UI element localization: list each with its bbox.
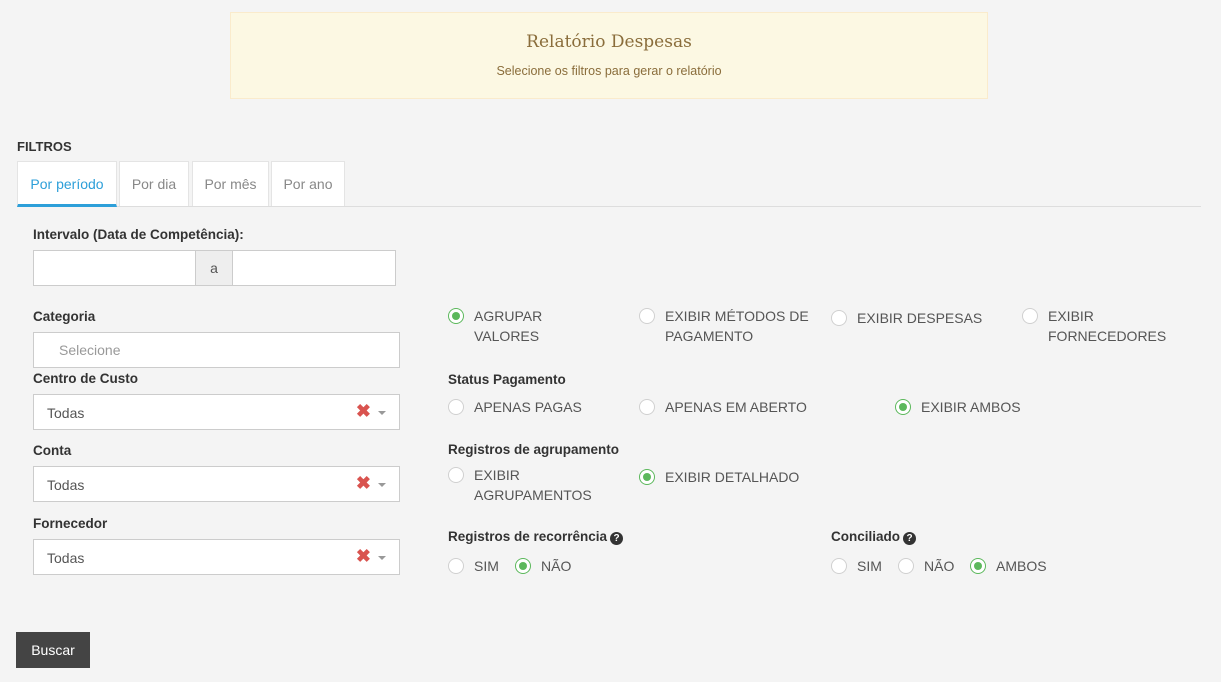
conciliado-label: Conciliado? — [831, 529, 917, 545]
clear-icon[interactable]: ✖ — [356, 473, 371, 494]
radio-apenas-pagas[interactable]: APENAS PAGAS — [448, 399, 582, 417]
conciliado-text: Conciliado — [831, 529, 901, 544]
radio-circle[interactable] — [515, 558, 531, 574]
radio-label: EXIBIR AGRUPAMENTOS — [474, 467, 592, 503]
radio-conciliado-ambos[interactable]: AMBOS — [970, 558, 1047, 576]
conta-value: Todas — [47, 477, 85, 493]
radio-circle[interactable] — [448, 467, 464, 483]
conta-select[interactable]: Todas ✖ — [33, 466, 400, 502]
interval-label: Intervalo (Data de Competência): — [33, 227, 244, 242]
report-title: Relatório Despesas — [526, 32, 692, 52]
radio-exibir-ambos[interactable]: EXIBIR AMBOS — [895, 399, 1021, 417]
report-banner: Relatório Despesas Selecione os filtros … — [230, 12, 988, 99]
radio-circle[interactable] — [831, 558, 847, 574]
radio-label: EXIBIR MÉTODOS DE PAGAMENTO — [665, 308, 809, 344]
radio-circle[interactable] — [448, 399, 464, 415]
radio-exibir-metodos[interactable]: EXIBIR MÉTODOS DE PAGAMENTO — [639, 308, 809, 346]
radio-conciliado-sim[interactable]: SIM — [831, 558, 882, 576]
question-icon[interactable]: ? — [610, 532, 624, 545]
radio-circle[interactable] — [970, 558, 986, 574]
radio-circle[interactable] — [639, 399, 655, 415]
radio-circle[interactable] — [448, 558, 464, 574]
radio-circle[interactable] — [898, 558, 914, 574]
radio-label: SIM — [857, 558, 882, 574]
radio-exibir-fornecedores[interactable]: EXIBIR FORNECEDORES — [1022, 308, 1192, 346]
interval-start-input[interactable] — [33, 250, 196, 286]
radio-recorrencia-sim[interactable]: SIM — [448, 558, 499, 576]
tab-por-ano[interactable]: Por ano — [271, 161, 345, 206]
chevron-down-icon[interactable] — [378, 556, 386, 560]
buscar-button[interactable]: Buscar — [16, 632, 90, 668]
radio-label: APENAS EM ABERTO — [665, 399, 807, 415]
radio-circle[interactable] — [831, 310, 847, 326]
radio-circle[interactable] — [448, 308, 464, 324]
radio-label: APENAS PAGAS — [474, 399, 582, 415]
radio-label: AGRUPAR VALORES — [474, 308, 543, 344]
fornecedor-value: Todas — [47, 550, 85, 566]
radio-label: SIM — [474, 558, 499, 574]
radio-circle[interactable] — [639, 469, 655, 485]
chevron-down-icon[interactable] — [378, 483, 386, 487]
radio-circle[interactable] — [1022, 308, 1038, 324]
clear-icon[interactable]: ✖ — [356, 401, 371, 422]
radio-label: NÃO — [924, 558, 955, 574]
tab-por-periodo[interactable]: Por período — [17, 161, 117, 207]
tab-por-dia[interactable]: Por dia — [119, 161, 189, 206]
radio-conciliado-nao[interactable]: NÃO — [898, 558, 954, 576]
question-icon[interactable]: ? — [903, 532, 917, 545]
radio-exibir-despesas[interactable]: EXIBIR DESPESAS — [831, 310, 1011, 328]
radio-label: EXIBIR AMBOS — [921, 399, 1021, 415]
registros-recorrencia-label: Registros de recorrência? — [448, 529, 624, 545]
registros-agrupamento-label: Registros de agrupamento — [448, 442, 620, 457]
radio-recorrencia-nao[interactable]: NÃO — [515, 558, 571, 576]
radio-exibir-agrupamentos[interactable]: EXIBIR AGRUPAMENTOS — [448, 467, 618, 505]
radio-agrupar-valores[interactable]: AGRUPAR VALORES — [448, 308, 598, 346]
centro-custo-label: Centro de Custo — [33, 371, 139, 386]
radio-label: EXIBIR FORNECEDORES — [1048, 308, 1167, 344]
categoria-placeholder: Selecione — [59, 342, 121, 358]
filters-heading: FILTROS — [17, 139, 72, 154]
tab-por-mes[interactable]: Por mês — [192, 161, 269, 206]
centro-custo-select[interactable]: Todas ✖ — [33, 394, 400, 430]
interval-end-input[interactable] — [232, 250, 396, 286]
radio-circle[interactable] — [895, 399, 911, 415]
conta-label: Conta — [33, 443, 72, 458]
radio-exibir-detalhado[interactable]: EXIBIR DETALHADO — [639, 469, 799, 487]
radio-label: AMBOS — [996, 558, 1047, 574]
radio-label: EXIBIR DESPESAS — [857, 310, 983, 326]
radio-apenas-em-aberto[interactable]: APENAS EM ABERTO — [639, 399, 807, 417]
radio-label: EXIBIR DETALHADO — [665, 469, 800, 485]
interval-separator: a — [195, 250, 233, 286]
radio-label: NÃO — [541, 558, 572, 574]
report-subtitle: Selecione os filtros para gerar o relató… — [496, 64, 722, 78]
status-pagamento-label: Status Pagamento — [448, 372, 566, 387]
fornecedor-select[interactable]: Todas ✖ — [33, 539, 400, 575]
centro-custo-value: Todas — [47, 405, 85, 421]
chevron-down-icon[interactable] — [378, 411, 386, 415]
categoria-select[interactable]: Selecione — [33, 332, 400, 368]
clear-icon[interactable]: ✖ — [356, 546, 371, 567]
categoria-label: Categoria — [33, 309, 96, 324]
registros-recorrencia-text: Registros de recorrência — [448, 529, 608, 544]
radio-circle[interactable] — [639, 308, 655, 324]
fornecedor-label: Fornecedor — [33, 516, 108, 531]
filter-tabs: Por período Por dia Por mês Por ano — [17, 161, 1201, 207]
